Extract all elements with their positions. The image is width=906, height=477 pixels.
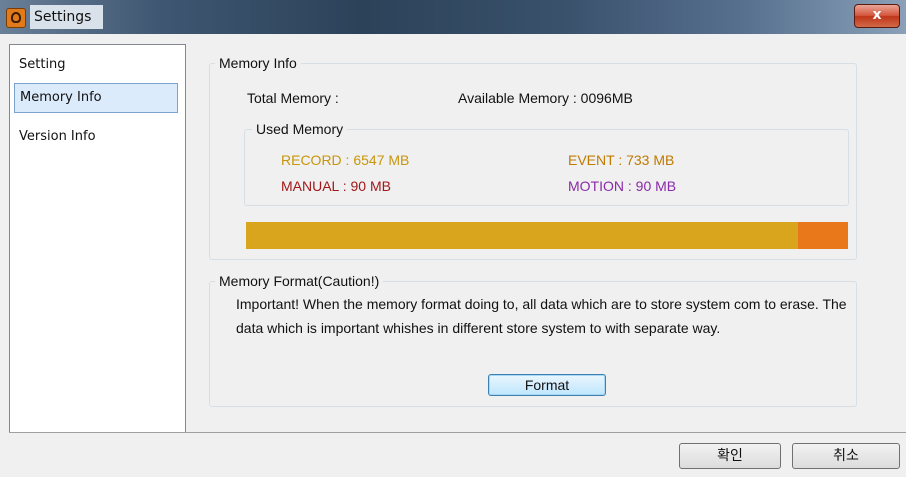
title-bar: Settings x [0, 0, 906, 34]
app-icon [6, 8, 26, 28]
sidebar-item-memory-info[interactable]: Memory Info [14, 83, 178, 113]
memory-usage-bar-segment [798, 222, 848, 249]
format-button[interactable]: Format [488, 374, 606, 396]
motion-usage: MOTION : 90 MB [568, 178, 677, 194]
sidebar-item-version-info[interactable]: Version Info [14, 122, 178, 152]
memory-format-legend: Memory Format(Caution!) [215, 272, 384, 290]
available-memory-label: Available Memory : 0096MB [458, 90, 633, 106]
record-usage: RECORD : 6547 MB [281, 152, 410, 168]
manual-usage: MANUAL : 90 MB [281, 178, 391, 194]
dialog-footer: 확인 취소 [9, 432, 906, 477]
used-memory-legend: Used Memory [252, 120, 348, 138]
close-button[interactable]: x [854, 4, 900, 28]
memory-info-legend: Memory Info [215, 54, 301, 72]
sidebar-item-setting[interactable]: Setting [14, 50, 178, 80]
event-usage: EVENT : 733 MB [568, 152, 675, 168]
ok-button[interactable]: 확인 [679, 443, 781, 469]
memory-usage-bar [246, 222, 848, 249]
caution-text: Important! When the memory format doing … [236, 296, 847, 336]
cancel-button[interactable]: 취소 [792, 443, 900, 469]
settings-sidebar: Setting Memory Info Version Info [9, 44, 186, 434]
window-title: Settings [30, 5, 104, 29]
total-memory-label: Total Memory : [247, 90, 339, 106]
